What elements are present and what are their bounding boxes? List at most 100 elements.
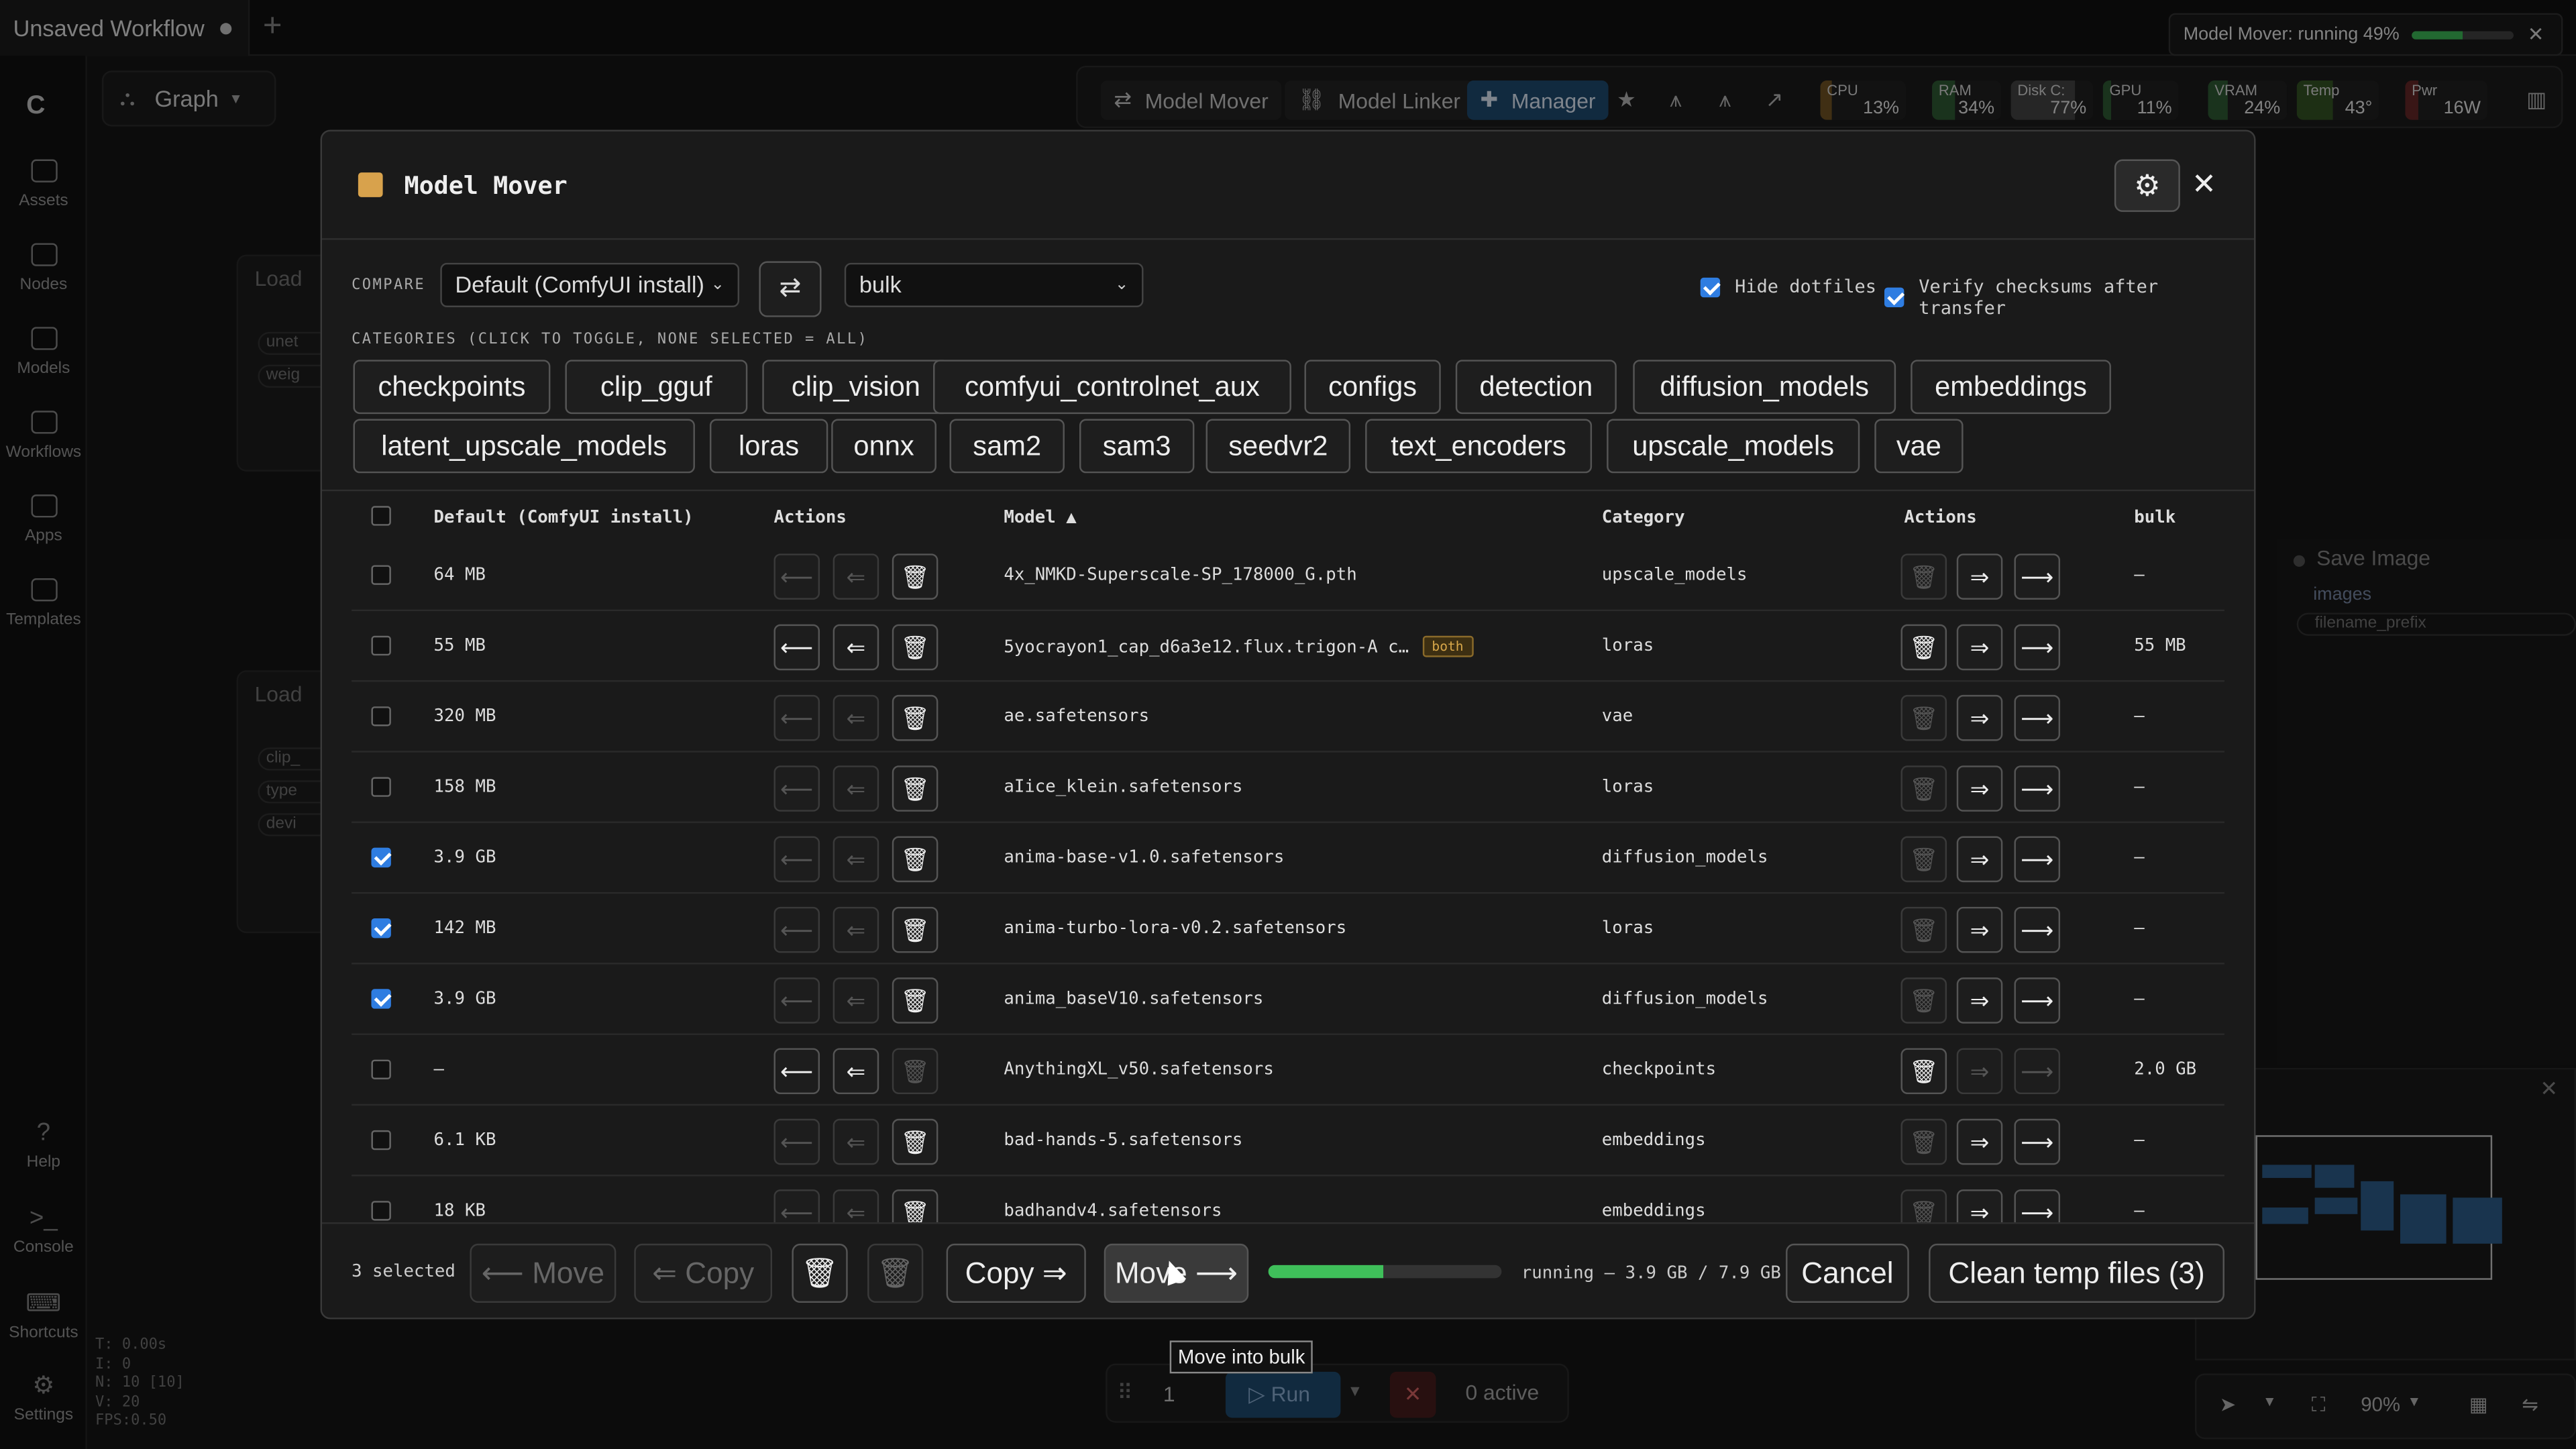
move-to-right-icon[interactable]: ⟶ <box>2014 624 2061 671</box>
column-header-right[interactable]: bulk <box>2134 508 2176 527</box>
delete-right-icon[interactable]: 🗑 <box>1900 836 1947 883</box>
copy-to-right-icon[interactable]: ⇒ <box>1956 765 2003 812</box>
row-checkbox[interactable] <box>371 777 391 797</box>
delete-right-icon[interactable]: 🗑 <box>1900 694 1947 741</box>
delete-left-icon[interactable]: 🗑 <box>892 977 938 1024</box>
category-chip-upscale_models[interactable]: upscale_models <box>1607 419 1860 474</box>
copy-to-left-icon[interactable]: ⇐ <box>833 553 879 600</box>
move-to-left-icon[interactable]: ⟵ <box>773 694 820 741</box>
row-checkbox[interactable] <box>371 847 391 868</box>
copy-to-right-icon[interactable]: ⇒ <box>1956 836 2003 883</box>
category-chip-sam2[interactable]: sam2 <box>949 419 1065 474</box>
move-to-left-icon[interactable]: ⟵ <box>773 765 820 812</box>
verify-checksums-option[interactable]: Verify checksums after transfer <box>1884 276 2254 319</box>
copy-to-left-icon[interactable]: ⇐ <box>833 765 879 812</box>
delete-left-icon[interactable]: 🗑 <box>892 553 938 600</box>
category-chip-seedvr2[interactable]: seedvr2 <box>1205 419 1351 474</box>
delete-left-icon[interactable]: 🗑 <box>892 906 938 953</box>
move-to-right-icon[interactable]: ⟶ <box>2014 977 2061 1024</box>
move-left-button[interactable]: ⟵ Move <box>470 1243 616 1303</box>
move-to-left-icon[interactable]: ⟵ <box>773 977 820 1024</box>
delete-right-button[interactable]: 🗑 <box>867 1243 924 1303</box>
right-location-select[interactable]: bulk ⌄ <box>844 262 1144 307</box>
delete-right-icon[interactable]: 🗑 <box>1900 765 1947 812</box>
delete-left-icon[interactable]: 🗑 <box>892 1118 938 1165</box>
category-chip-latent_upscale_models[interactable]: latent_upscale_models <box>353 419 695 474</box>
row-checkbox[interactable] <box>371 1201 391 1221</box>
category-chip-configs[interactable]: configs <box>1304 360 1441 415</box>
copy-right-button[interactable]: Copy ⇒ <box>946 1243 1086 1303</box>
copy-to-right-icon[interactable]: ⇒ <box>1956 1189 2003 1223</box>
category-chip-text_encoders[interactable]: text_encoders <box>1365 419 1593 474</box>
move-to-left-icon[interactable]: ⟵ <box>773 906 820 953</box>
category-chip-vae[interactable]: vae <box>1874 419 1964 474</box>
row-checkbox[interactable] <box>371 706 391 727</box>
move-to-right-icon[interactable]: ⟶ <box>2014 694 2061 741</box>
verify-checksums-checkbox[interactable] <box>1884 287 1904 307</box>
settings-gear-icon[interactable]: ⚙ <box>2114 159 2180 212</box>
category-chip-embeddings[interactable]: embeddings <box>1911 360 2111 415</box>
category-chip-comfyui_controlnet_aux[interactable]: comfyui_controlnet_aux <box>933 360 1291 415</box>
category-chip-sam3[interactable]: sam3 <box>1079 419 1195 474</box>
column-header-left[interactable]: Default (ComfyUI install) <box>434 508 694 527</box>
category-chip-diffusion_models[interactable]: diffusion_models <box>1633 360 1896 415</box>
row-checkbox[interactable] <box>371 635 391 656</box>
move-to-right-icon[interactable]: ⟶ <box>2014 1189 2061 1223</box>
column-header-category[interactable]: Category <box>1602 508 1685 527</box>
move-to-left-icon[interactable]: ⟵ <box>773 1118 820 1165</box>
row-checkbox[interactable] <box>371 1130 391 1150</box>
table-row[interactable]: 64 MB ⟵ ⇐ 🗑 4x_NMKD-Superscale-SP_178000_G.p… <box>352 541 2224 612</box>
copy-to-right-icon[interactable]: ⇒ <box>1956 624 2003 671</box>
move-to-right-icon[interactable]: ⟶ <box>2014 836 2061 883</box>
delete-left-icon[interactable]: 🗑 <box>892 1048 938 1095</box>
delete-left-button[interactable]: 🗑 <box>792 1243 848 1303</box>
copy-to-left-icon[interactable]: ⇐ <box>833 624 879 671</box>
category-chip-clip_vision[interactable]: clip_vision <box>762 360 950 415</box>
delete-left-icon[interactable]: 🗑 <box>892 694 938 741</box>
clean-temp-files-button[interactable]: Clean temp files (3) <box>1929 1243 2224 1303</box>
move-to-right-icon[interactable]: ⟶ <box>2014 906 2061 953</box>
delete-right-icon[interactable]: 🗑 <box>1900 1118 1947 1165</box>
copy-to-left-icon[interactable]: ⇐ <box>833 1118 879 1165</box>
delete-left-icon[interactable]: 🗑 <box>892 836 938 883</box>
move-to-right-icon[interactable]: ⟶ <box>2014 553 2061 600</box>
copy-to-right-icon[interactable]: ⇒ <box>1956 694 2003 741</box>
move-to-left-icon[interactable]: ⟵ <box>773 836 820 883</box>
copy-to-left-icon[interactable]: ⇐ <box>833 1189 879 1223</box>
cancel-button[interactable]: Cancel <box>1786 1243 1909 1303</box>
category-chip-clip_gguf[interactable]: clip_gguf <box>565 360 748 415</box>
copy-to-left-icon[interactable]: ⇐ <box>833 906 879 953</box>
delete-left-icon[interactable]: 🗑 <box>892 765 938 812</box>
copy-to-left-icon[interactable]: ⇐ <box>833 977 879 1024</box>
copy-to-left-icon[interactable]: ⇐ <box>833 1048 879 1095</box>
table-row[interactable]: 3.9 GB ⟵ ⇐ 🗑 anima-base-v1.0.safetensors diff… <box>352 823 2224 894</box>
move-to-left-icon[interactable]: ⟵ <box>773 624 820 671</box>
table-row[interactable]: 142 MB ⟵ ⇐ 🗑 anima-turbo-lora-v0.2.safetenso… <box>352 894 2224 965</box>
close-icon[interactable]: ✕ <box>2192 168 2216 202</box>
row-checkbox[interactable] <box>371 1059 391 1079</box>
column-header-model[interactable]: Model ▲ <box>1004 508 1076 527</box>
category-chip-checkpoints[interactable]: checkpoints <box>353 360 551 415</box>
table-row[interactable]: 6.1 KB ⟵ ⇐ 🗑 bad-hands-5.safetensors embeddin… <box>352 1106 2224 1177</box>
table-row[interactable]: – ⟵ ⇐ 🗑 AnythingXL_v50.safetensors checkpoint… <box>352 1035 2224 1106</box>
hide-dotfiles-option[interactable]: Hide dotfiles <box>1700 276 1876 297</box>
move-to-right-icon[interactable]: ⟶ <box>2014 765 2061 812</box>
copy-to-right-icon[interactable]: ⇒ <box>1956 1048 2003 1095</box>
move-to-right-icon[interactable]: ⟶ <box>2014 1118 2061 1165</box>
move-to-right-icon[interactable]: ⟶ <box>2014 1048 2061 1095</box>
row-checkbox[interactable] <box>371 989 391 1009</box>
table-row[interactable]: 320 MB ⟵ ⇐ 🗑 ae.safetensors vae 🗑 ⇒ ⟶ – <box>352 682 2224 753</box>
copy-to-left-icon[interactable]: ⇐ <box>833 694 879 741</box>
delete-right-icon[interactable]: 🗑 <box>1900 1048 1947 1095</box>
delete-right-icon[interactable]: 🗑 <box>1900 977 1947 1024</box>
move-to-left-icon[interactable]: ⟵ <box>773 1189 820 1223</box>
delete-left-icon[interactable]: 🗑 <box>892 624 938 671</box>
delete-right-icon[interactable]: 🗑 <box>1900 624 1947 671</box>
table-row[interactable]: 3.9 GB ⟵ ⇐ 🗑 anima_baseV10.safetensors diffus… <box>352 965 2224 1035</box>
delete-right-icon[interactable]: 🗑 <box>1900 906 1947 953</box>
move-to-left-icon[interactable]: ⟵ <box>773 1048 820 1095</box>
copy-to-left-icon[interactable]: ⇐ <box>833 836 879 883</box>
copy-to-right-icon[interactable]: ⇒ <box>1956 553 2003 600</box>
table-row[interactable]: 158 MB ⟵ ⇐ 🗑 aIice_klein.safetensors loras 🗑 ⇒ ⟶… <box>352 753 2224 823</box>
select-all-checkbox[interactable] <box>371 506 391 526</box>
